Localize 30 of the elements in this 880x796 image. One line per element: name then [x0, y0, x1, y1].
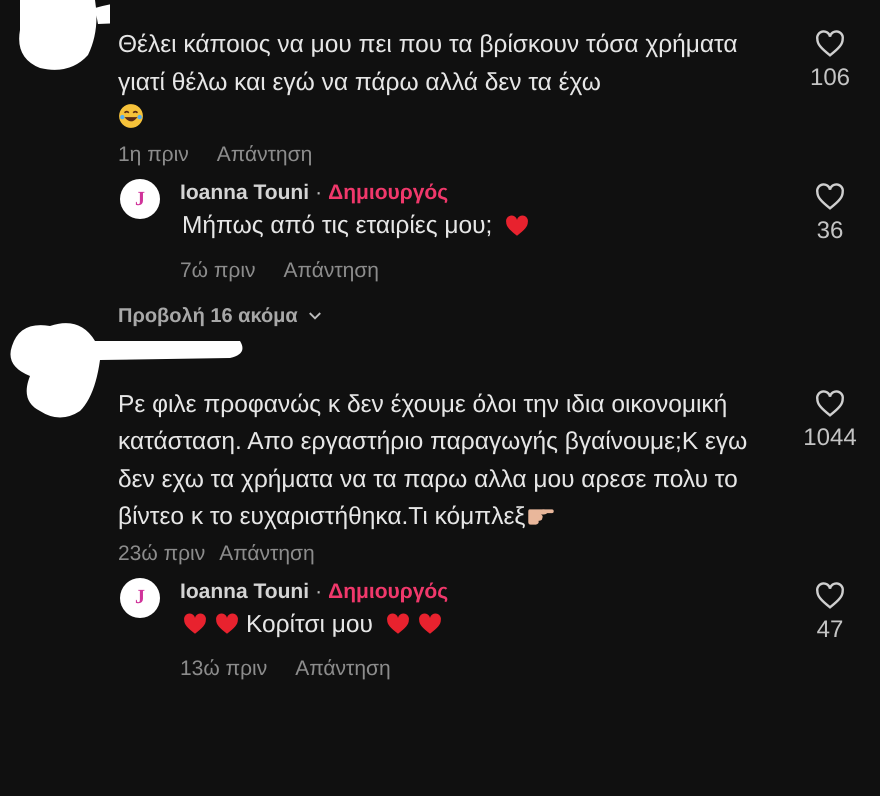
like-icon[interactable] — [814, 388, 846, 420]
reply-time: 13ώ πριν — [180, 657, 268, 681]
creator-label: Δημιουργός — [328, 580, 448, 604]
comment-text: Ρε φιλε προφανώς κ δεν έχουμε όλοι την ιδια οικονομική κατάσταση. Απο εργαστήριο παραγωγής βγαίνουμε;Κ εγω δεν εχω τα χρήματα να τα παρω αλλα μου αρεσε πολυ το βίντεο κ το ευχαριστήθηκα.Τι κόμπλεξ — [118, 390, 748, 532]
separator-dot: · — [315, 181, 322, 205]
creator-label: Δημιουργός — [328, 181, 448, 205]
author-name[interactable]: Ioanna Touni — [180, 580, 310, 604]
reply-button[interactable]: Απάντηση — [219, 542, 315, 566]
avatar: J — [120, 578, 160, 618]
like-count: 36 — [816, 217, 844, 245]
like-count: 47 — [816, 616, 844, 644]
separator-dot: · — [315, 580, 322, 604]
avatar: J — [120, 179, 160, 219]
like-count: 1044 — [803, 424, 857, 452]
reply-time: 7ώ πριν — [180, 258, 256, 282]
chevron-down-icon — [308, 311, 322, 321]
reply-button[interactable]: Απάντηση — [216, 143, 312, 167]
reply-text: Μήπως από τις εταιρίες μου; — [182, 211, 492, 241]
view-more-replies-button[interactable]: Προβολή 16 ακόμα — [118, 304, 322, 328]
comment-time: 1η πριν — [118, 143, 189, 167]
comment-text: Θέλει κάποιος να μου πει που τα βρίσκουν τόσα χρήματα γιατί θέλω και εγώ να πάρω αλλά δεν τα έχω — [118, 30, 739, 98]
reply-button[interactable]: Απάντηση — [284, 258, 379, 282]
reply-button[interactable]: Απάντηση — [295, 657, 391, 681]
author-name[interactable]: Ioanna Touni — [180, 181, 310, 205]
like-count: 106 — [810, 64, 850, 92]
reply-text: Κορίτσι μου — [246, 610, 373, 640]
like-icon[interactable] — [814, 580, 846, 612]
comment-time: 23ώ πριν — [118, 542, 206, 566]
pointing-hand-icon — [527, 508, 556, 526]
laughing-face-icon — [118, 103, 144, 129]
